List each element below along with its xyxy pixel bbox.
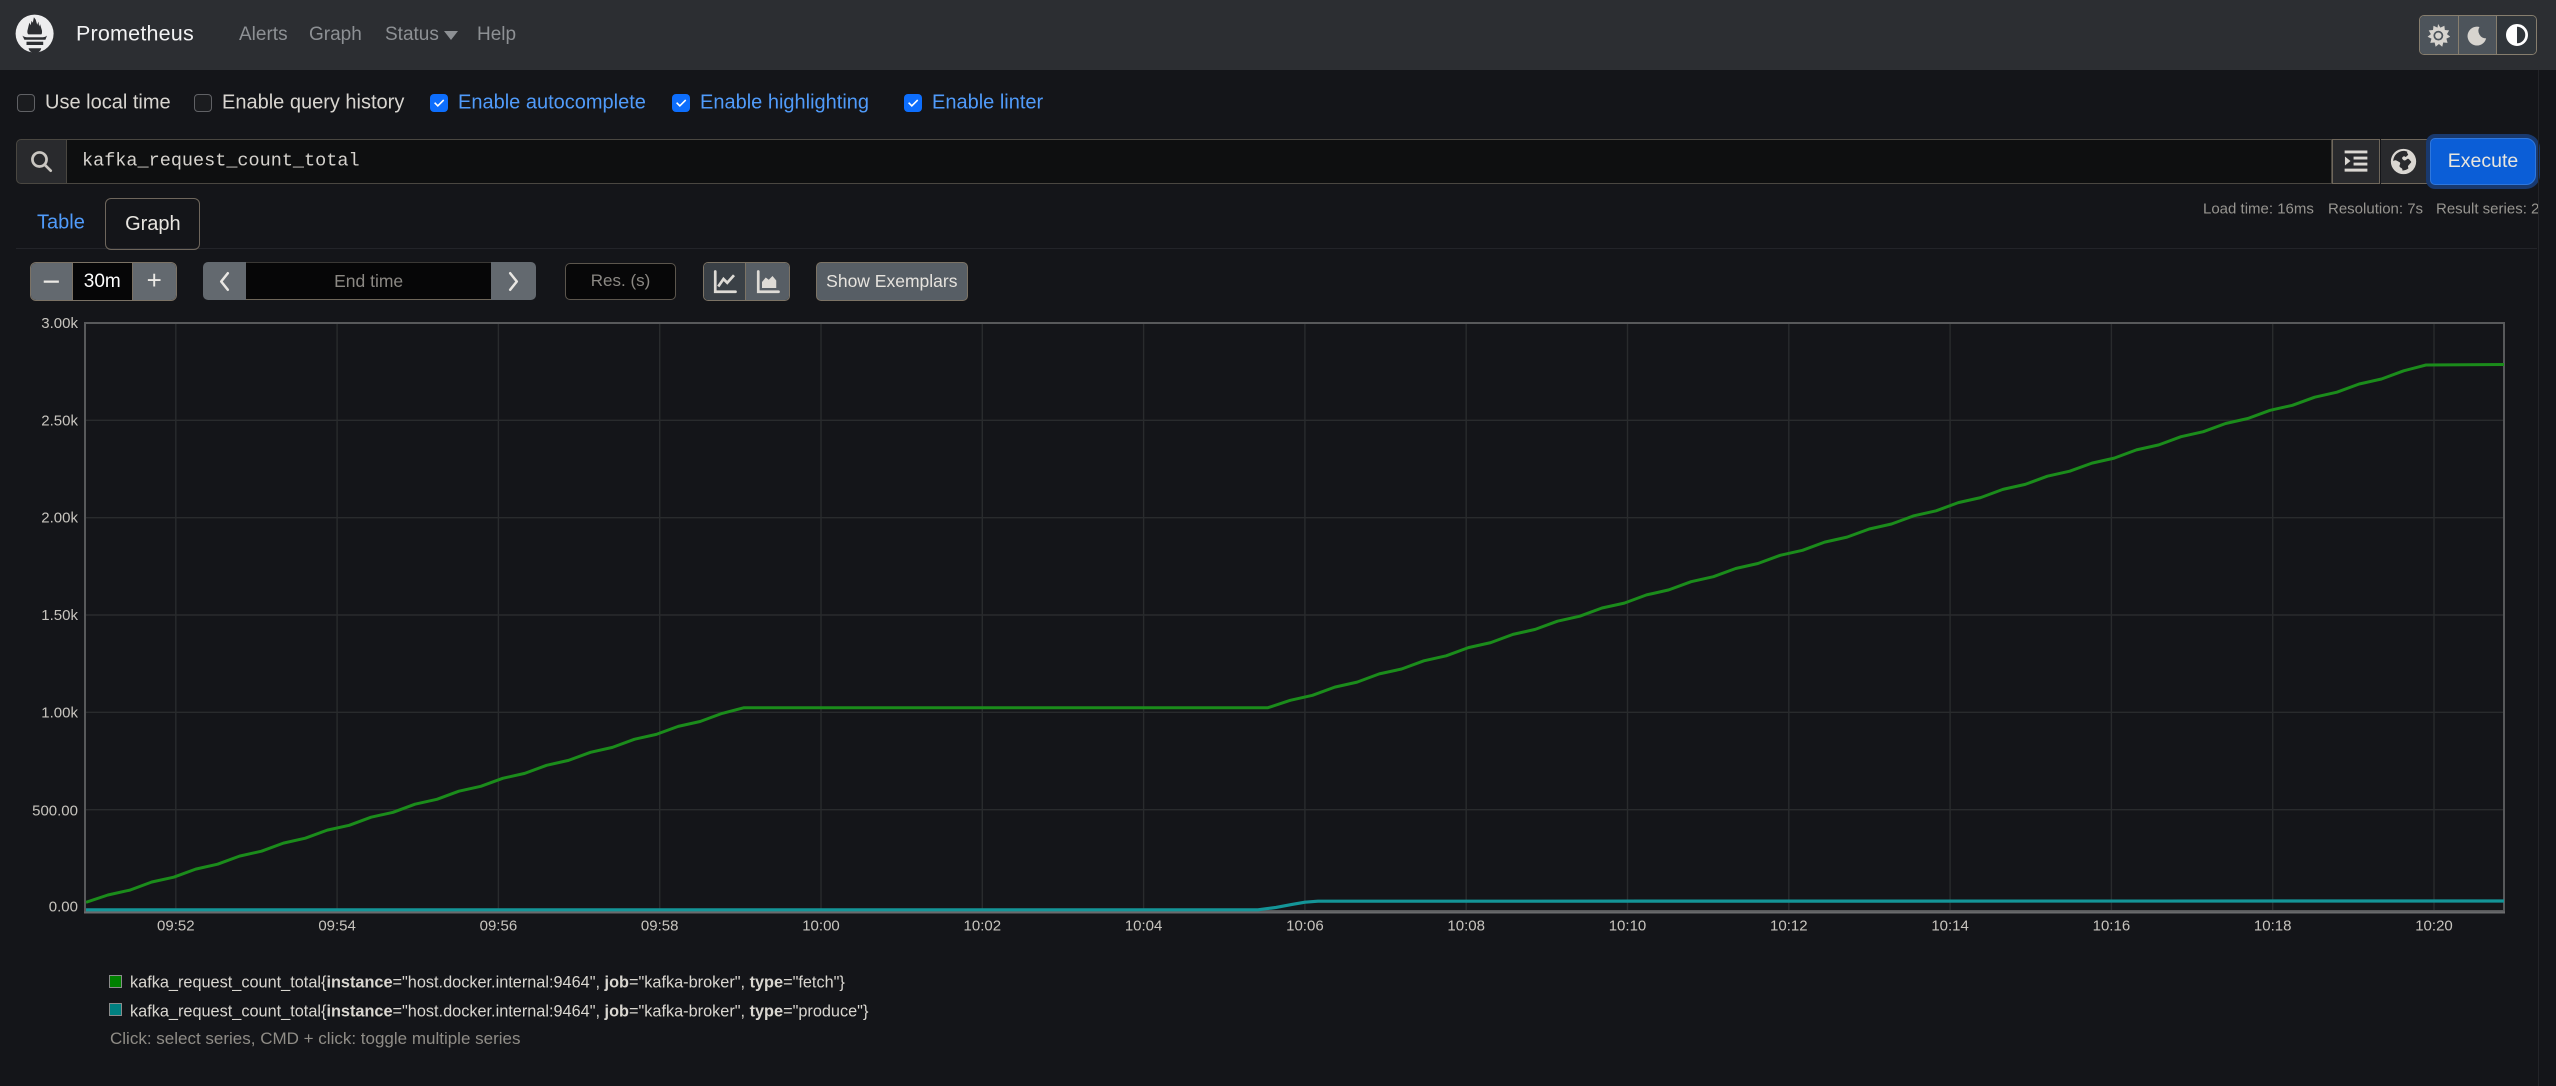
svg-text:10:12: 10:12 — [1770, 918, 1808, 935]
svg-text:10:18: 10:18 — [2254, 918, 2292, 935]
svg-text:2.00k: 2.00k — [41, 509, 78, 526]
svg-text:0.00: 0.00 — [49, 899, 78, 916]
svg-text:10:06: 10:06 — [1286, 918, 1324, 935]
svg-text:09:52: 09:52 — [157, 918, 195, 935]
svg-text:10:16: 10:16 — [2093, 918, 2131, 935]
svg-text:500.00: 500.00 — [32, 803, 78, 820]
svg-text:1.50k: 1.50k — [41, 607, 78, 624]
svg-text:09:54: 09:54 — [318, 918, 356, 935]
svg-text:10:08: 10:08 — [1447, 918, 1485, 935]
svg-text:09:56: 09:56 — [480, 918, 518, 935]
svg-text:10:00: 10:00 — [802, 918, 840, 935]
svg-text:2.50k: 2.50k — [41, 412, 78, 429]
svg-text:10:02: 10:02 — [964, 918, 1002, 935]
svg-text:10:04: 10:04 — [1125, 918, 1163, 935]
svg-text:10:10: 10:10 — [1609, 918, 1647, 935]
svg-text:3.00k: 3.00k — [41, 315, 78, 332]
svg-text:10:14: 10:14 — [1931, 918, 1969, 935]
svg-text:1.00k: 1.00k — [41, 704, 78, 721]
svg-text:10:20: 10:20 — [2415, 918, 2453, 935]
svg-text:09:58: 09:58 — [641, 918, 679, 935]
